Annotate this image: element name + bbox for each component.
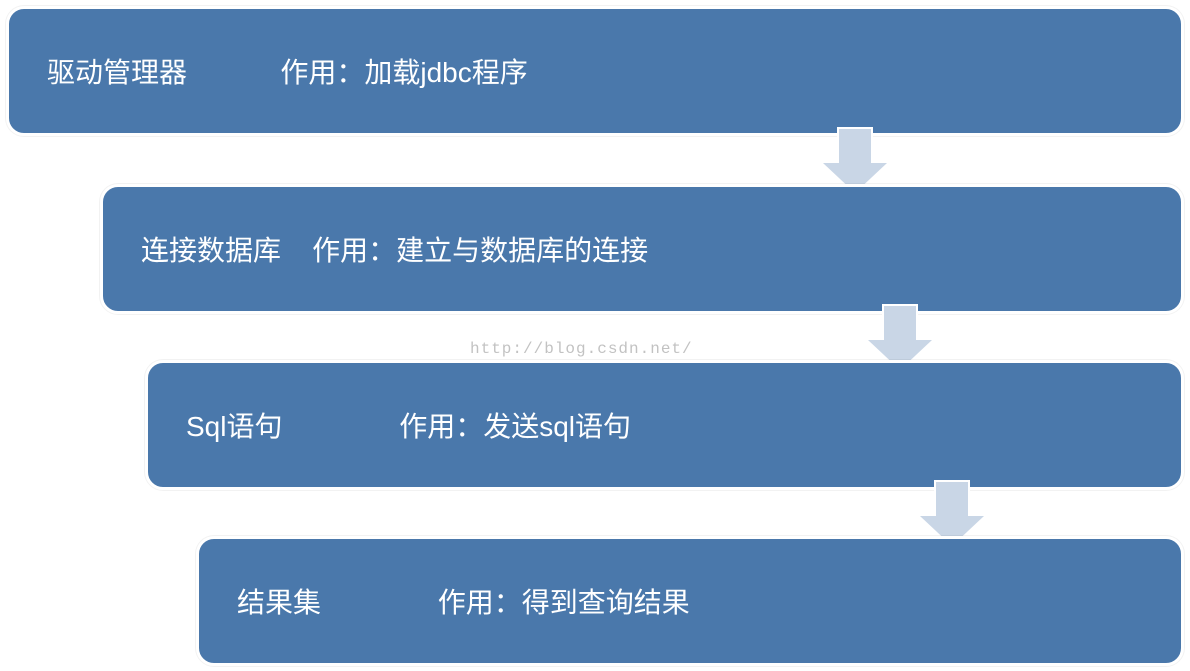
- step-role: 加载jdbc程序: [364, 57, 527, 88]
- step-title: 结果集: [237, 587, 321, 618]
- step-result-set: 结果集 作用：得到查询结果: [196, 536, 1184, 666]
- spacer: [321, 587, 438, 619]
- step-text: 连接数据库 作用：建立与数据库的连接: [141, 229, 648, 269]
- step-sql-statement: Sql语句 作用：发送sql语句: [145, 360, 1184, 490]
- step-connect-db: 连接数据库 作用：建立与数据库的连接: [100, 184, 1184, 314]
- step-role: 得到查询结果: [522, 587, 690, 618]
- step-text: Sql语句 作用：发送sql语句: [186, 405, 631, 445]
- step-role: 建立与数据库的连接: [396, 235, 648, 266]
- step-text: 结果集 作用：得到查询结果: [237, 581, 690, 621]
- diagram-canvas: 驱动管理器 作用：加载jdbc程序 连接数据库 作用：建立与数据库的连接 htt…: [0, 0, 1190, 671]
- step-text: 驱动管理器 作用：加载jdbc程序: [47, 51, 528, 91]
- step-role-label: 作用：: [399, 411, 483, 442]
- watermark-text: http://blog.csdn.net/: [470, 340, 693, 358]
- spacer: [281, 235, 312, 267]
- step-role: 发送sql语句: [483, 411, 631, 442]
- step-role-label: 作用：: [438, 587, 522, 618]
- step-driver-manager: 驱动管理器 作用：加载jdbc程序: [6, 6, 1184, 136]
- step-role-label: 作用：: [312, 235, 396, 266]
- step-title: 连接数据库: [141, 235, 281, 266]
- step-title: Sql语句: [186, 411, 282, 442]
- step-role-label: 作用：: [280, 57, 364, 88]
- step-title: 驱动管理器: [47, 57, 187, 88]
- spacer: [187, 57, 280, 89]
- spacer: [282, 411, 399, 443]
